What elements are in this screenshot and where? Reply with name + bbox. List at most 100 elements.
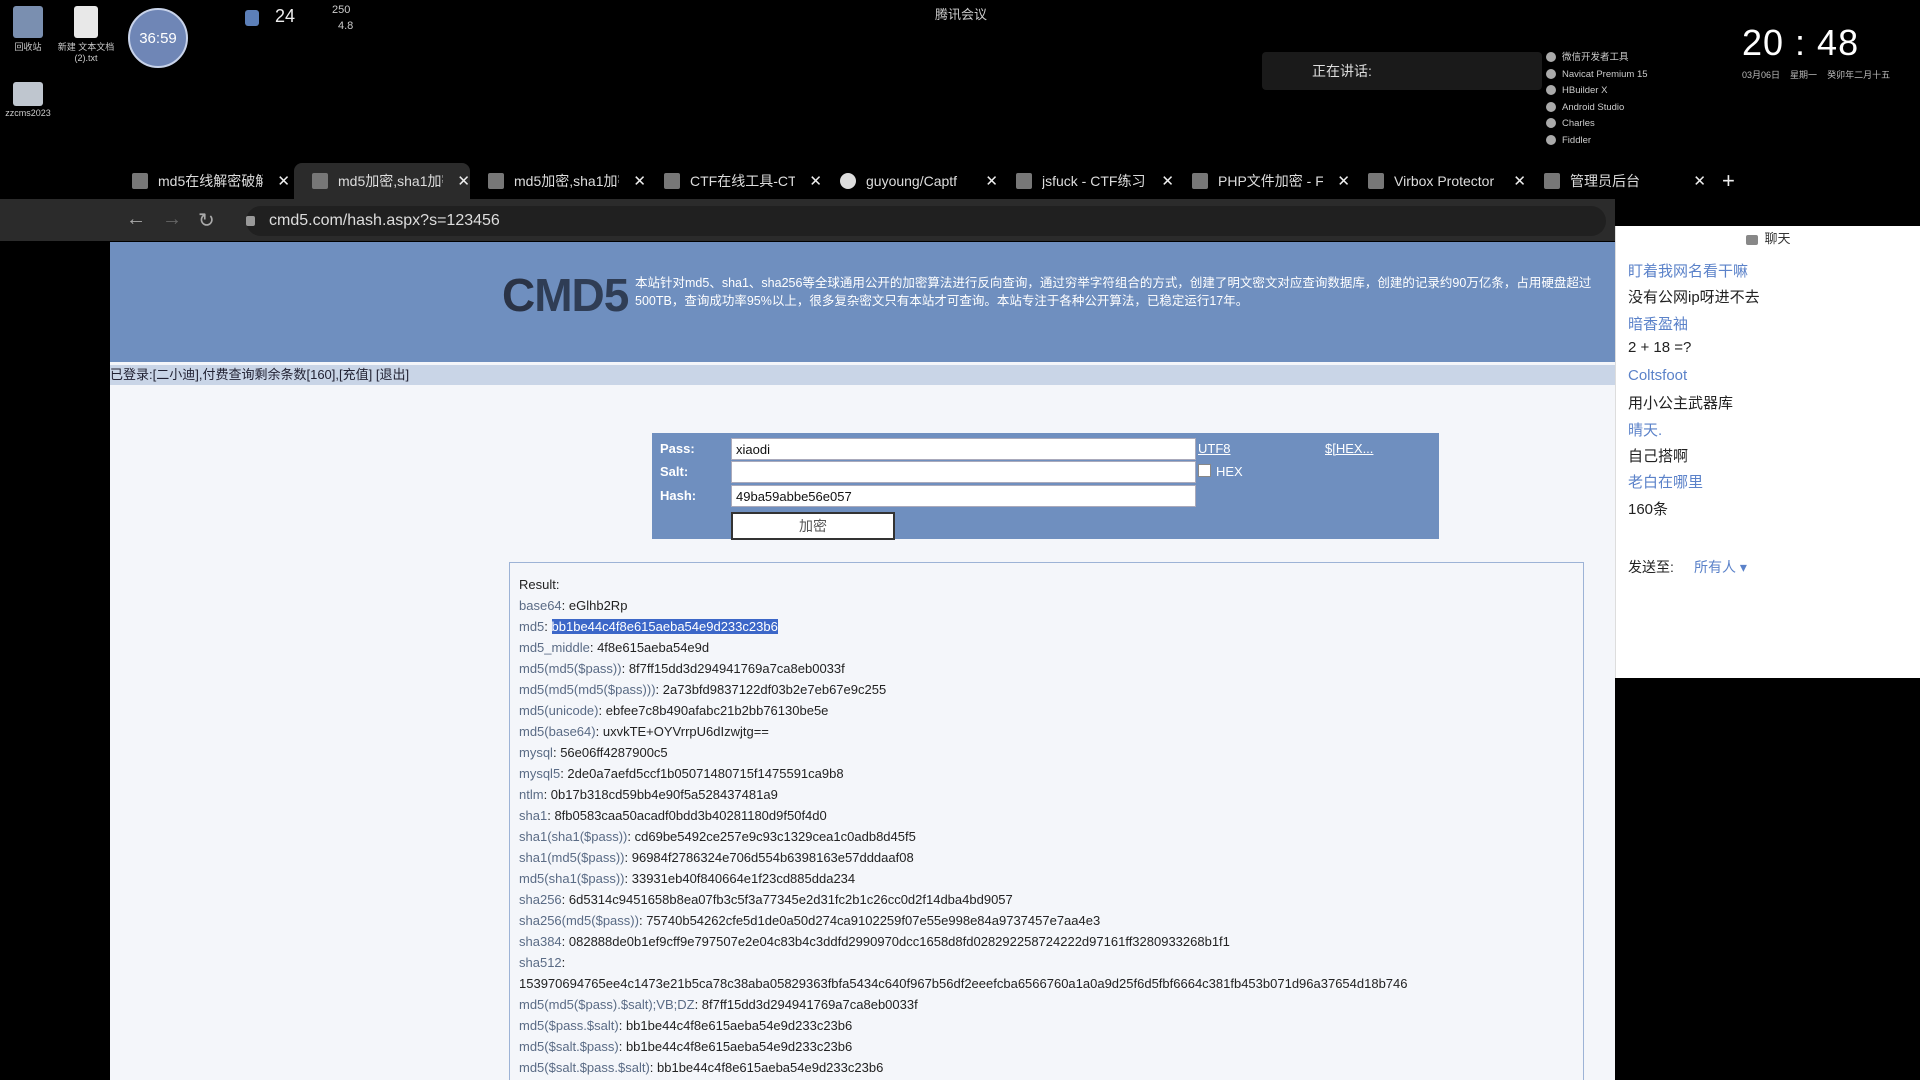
result-value[interactable]: 153970694765ee4c1473e21b5ca78c38aba05829… [519, 976, 1408, 991]
close-icon[interactable]: ✕ [1337, 172, 1350, 190]
clock-date: 03月06日 星期一 癸卯年二月十五 [1742, 68, 1890, 81]
tray-app[interactable]: HBuilder X [1546, 83, 1648, 100]
result-value[interactable]: 082888de0b1ef9cff9e797507e2e04c83b4c3ddf… [569, 934, 1230, 949]
new-tab-button[interactable]: + [1722, 168, 1735, 194]
result-key: md5(sha1($pass)) [519, 871, 625, 886]
salt-input[interactable] [731, 461, 1196, 483]
login-user[interactable]: 二小迪 [156, 367, 195, 382]
result-value[interactable]: bb1be44c4f8e615aeba54e9d233c23b6 [551, 619, 778, 634]
tab-favicon [664, 173, 680, 189]
close-icon[interactable]: ✕ [277, 172, 290, 190]
close-icon[interactable]: ✕ [985, 172, 998, 190]
result-key: md5(md5($pass)) [519, 661, 622, 676]
hash-input[interactable] [731, 485, 1196, 507]
tray-app[interactable]: Fiddler [1546, 133, 1648, 150]
result-row: md5(base64): uxvkTE+OYVrrpU6dIzwjtg== [519, 724, 769, 739]
logo-md5: MD5 [534, 269, 629, 321]
tab-favicon [132, 173, 148, 189]
result-colon: : [561, 598, 569, 613]
result-key: md5(unicode) [519, 703, 599, 718]
reload-icon[interactable]: ↻ [198, 208, 215, 233]
result-value[interactable]: 0b17b318cd59bb4e90f5a528437481a9 [551, 787, 778, 802]
result-key: md5(md5($pass).$salt);VB;DZ [519, 997, 695, 1012]
close-icon[interactable]: ✕ [633, 172, 646, 190]
forward-icon[interactable]: → [162, 208, 182, 231]
result-value[interactable]: 2a73bfd9837122df03b2e7eb67e9c255 [663, 682, 886, 697]
close-icon[interactable]: ✕ [1161, 172, 1174, 190]
tab-favicon [1192, 173, 1208, 189]
tab[interactable]: md5在线解密破解 ✕ [114, 163, 290, 199]
result-value[interactable]: cd69be5492ce257e9c93c1329cea1c0adb8d45f5 [635, 829, 916, 844]
close-icon[interactable]: ✕ [457, 172, 470, 190]
result-value[interactable]: eGlhb2Rp [569, 598, 628, 613]
tab[interactable]: md5加密,sha1加密✕ [470, 163, 646, 199]
result-value[interactable]: uxvkTE+OYVrrpU6dIzwjtg== [603, 724, 769, 739]
tab[interactable]: Virbox Protector ✕ [1350, 163, 1526, 199]
result-row: md5($salt.$pass): bb1be44c4f8e615aeba54e… [519, 1039, 852, 1054]
meeting-timer: 36:59 [128, 8, 188, 68]
close-icon[interactable]: ✕ [809, 172, 822, 190]
chat-message: 没有公网ip呀进不去 [1628, 289, 1760, 306]
result-row: mysql5: 2de0a7aefd5ccf1b05071480715f1475… [519, 766, 844, 781]
tray-app[interactable]: Navicat Premium 15 [1546, 67, 1648, 84]
tray-app-list: 微信开发者工具 Navicat Premium 15 HBuilder X An… [1546, 50, 1648, 149]
back-icon[interactable]: ← [126, 208, 146, 231]
date: 03月06日 [1742, 70, 1781, 80]
tray-app[interactable]: Android Studio [1546, 100, 1648, 117]
recycle-bin-icon[interactable]: 回收站 [0, 6, 60, 53]
site-logo[interactable]: CMD5 [502, 268, 629, 322]
chat-sender: Coltsfoot [1628, 367, 1688, 384]
recharge-link[interactable]: [充值] [339, 367, 372, 382]
url-field[interactable]: cmd5.com/hash.aspx?s=123456 [246, 206, 1606, 236]
hex-checkbox[interactable] [1198, 464, 1211, 477]
tab[interactable]: jsfuck - CTF练习 ✕ [998, 163, 1174, 199]
speaking-bar: 正在讲话: [1262, 52, 1542, 90]
result-value[interactable]: 56e06ff4287900c5 [560, 745, 667, 760]
result-value[interactable]: 33931eb40f840664e1f23cd885dda234 [632, 871, 855, 886]
result-key: mysql5 [519, 766, 561, 781]
tab[interactable]: 管理员后台 ✕ [1526, 163, 1706, 199]
result-value[interactable]: 96984f2786324e706d554b6398163e57dddaaf08 [632, 850, 914, 865]
tab[interactable]: PHP文件加密 - F ✕ [1174, 163, 1350, 199]
pass-input[interactable] [731, 438, 1196, 460]
result-value[interactable]: 4f8e615aeba54e9d [597, 640, 709, 655]
tray-app[interactable]: 微信开发者工具 [1546, 50, 1648, 67]
folder-icon[interactable]: zzcms2023 [0, 82, 60, 118]
encrypt-button[interactable]: 加密 [731, 512, 895, 540]
result-value[interactable]: 8f7ff15dd3d294941769a7ca8eb0033f [702, 997, 918, 1012]
hex-link[interactable]: $[HEX... [1325, 441, 1373, 456]
result-colon: : [589, 640, 598, 655]
result-key: base64 [519, 598, 562, 613]
send-to-select[interactable]: 所有人 ▾ [1694, 557, 1747, 577]
result-value[interactable]: bb1be44c4f8e615aeba54e9d233c23b6 [626, 1039, 852, 1054]
result-key: md5 [519, 619, 545, 634]
result-value[interactable]: 8fb0583caa50acadf0bdd3b40281180d9f50f4d0 [554, 808, 826, 823]
result-value[interactable]: 8f7ff15dd3d294941769a7ca8eb0033f [629, 661, 845, 676]
utf8-link[interactable]: UTF8 [1198, 441, 1231, 456]
close-icon[interactable]: ✕ [1513, 172, 1526, 190]
result-value[interactable]: 6d5314c9451658b8ea07fb3c5f3a77345e2d31fc… [569, 892, 1013, 907]
result-key: sha1(sha1($pass)) [519, 829, 628, 844]
logout-link[interactable]: [退出] [376, 367, 409, 382]
result-row: md5(md5(md5($pass))): 2a73bfd9837122df03… [519, 682, 886, 697]
url-text: cmd5.com/hash.aspx?s=123456 [269, 212, 500, 229]
result-row: ntlm: 0b17b318cd59bb4e90f5a528437481a9 [519, 787, 778, 802]
close-icon[interactable]: ✕ [1693, 172, 1706, 190]
tray-app[interactable]: Charles [1546, 116, 1648, 133]
result-value[interactable]: 2de0a7aefd5ccf1b05071480715f1475591ca9b8 [567, 766, 843, 781]
tab[interactable]: guyoung/Captf ✕ [822, 163, 998, 199]
text-file-icon[interactable]: 新建 文本文档 (2).txt [54, 6, 118, 63]
tab[interactable]: CTF在线工具-CTF ✕ [646, 163, 822, 199]
result-value[interactable]: ebfee7c8b490afabc21b2bb76130be5e [606, 703, 829, 718]
result-value[interactable]: bb1be44c4f8e615aeba54e9d233c23b6 [657, 1060, 883, 1075]
tab-active[interactable]: md5加密,sha1加密✕ [294, 163, 470, 199]
folder-label: zzcms2023 [5, 108, 51, 118]
weekday: 星期一 [1790, 70, 1818, 80]
result-value[interactable]: bb1be44c4f8e615aeba54e9d233c23b6 [626, 1018, 852, 1033]
result-value[interactable]: 75740b54262cfe5d1de0a50d274ca9102259f07e… [646, 913, 1100, 928]
clock: 20 : 48 [1742, 22, 1860, 63]
result-row: base64: eGlhb2Rp [519, 598, 627, 613]
lunar-date: 癸卯年二月十五 [1827, 70, 1891, 80]
chat-sender: 晴天. [1628, 422, 1663, 439]
tab-bar: md5在线解密破解✕ md5加密,sha1加密✕ md5加密,sha1加密✕ C… [0, 163, 1920, 199]
